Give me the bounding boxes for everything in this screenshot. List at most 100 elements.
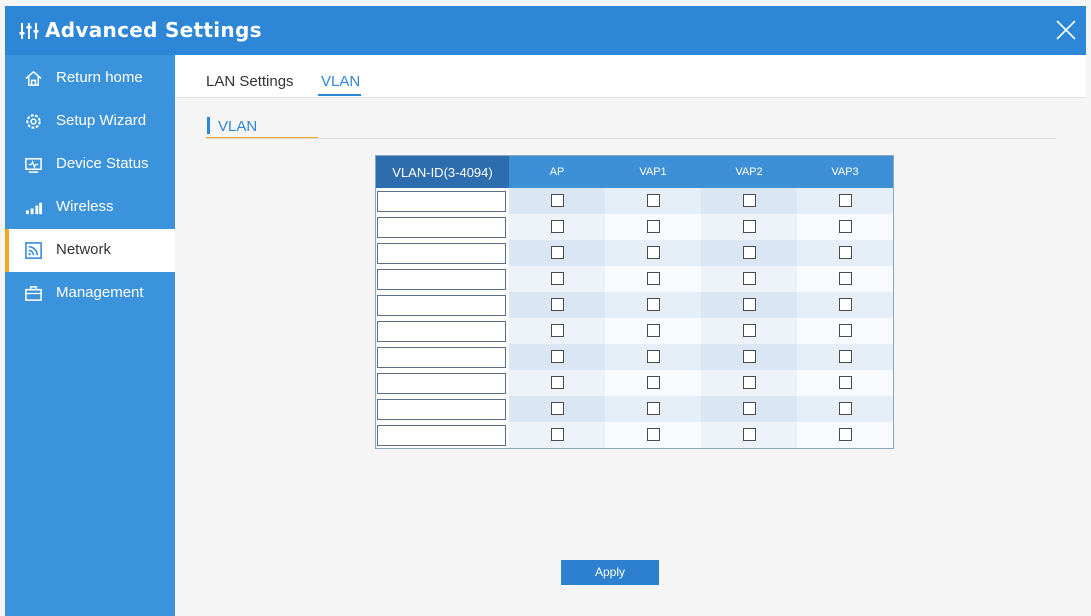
checkbox-vap1[interactable]	[646, 402, 660, 416]
home-icon	[25, 70, 42, 86]
checkbox-vap1[interactable]	[646, 324, 660, 338]
checkbox-vap1[interactable]	[646, 350, 660, 364]
sidebar-item-device-status[interactable]: Device Status	[5, 143, 175, 186]
gear-icon	[26, 114, 41, 129]
vlan-id-input[interactable]	[377, 217, 506, 238]
checkbox-cell-ap	[509, 240, 605, 266]
checkbox-cell-ap	[509, 370, 605, 396]
checkbox-cell-vap1	[605, 292, 701, 318]
vlan-id-input[interactable]	[377, 243, 506, 264]
checkbox-ap[interactable]	[550, 220, 564, 234]
sidebar-item-label: Setup Wizard	[56, 112, 147, 129]
checkbox-ap[interactable]	[550, 324, 564, 338]
vlan-id-cell	[375, 396, 509, 422]
checkbox-vap2[interactable]	[742, 428, 756, 442]
sliders-icon	[19, 23, 39, 39]
checkbox-vap2[interactable]	[742, 246, 756, 260]
checkbox-cell-vap2	[701, 188, 797, 214]
checkbox-cell-ap	[509, 292, 605, 318]
checkbox-vap2[interactable]	[742, 272, 756, 286]
vlan-id-cell	[375, 370, 509, 396]
checkbox-cell-vap3	[797, 396, 894, 422]
column-header-ap: AP	[509, 155, 605, 188]
title-bar: Advanced Settings	[5, 6, 1086, 55]
vlan-id-input[interactable]	[377, 191, 506, 212]
vlan-id-input[interactable]	[377, 347, 506, 368]
checkbox-vap3[interactable]	[838, 298, 852, 312]
checkbox-ap[interactable]	[550, 298, 564, 312]
tab-lan-settings[interactable]: LAN Settings	[206, 73, 294, 90]
checkbox-vap3[interactable]	[838, 350, 852, 364]
sidebar-item-label: Management	[56, 284, 144, 301]
checkbox-vap1[interactable]	[646, 220, 660, 234]
sidebar-item-setup-wizard[interactable]: Setup Wizard	[5, 100, 175, 143]
checkbox-vap3[interactable]	[838, 220, 852, 234]
vlan-id-input[interactable]	[377, 399, 506, 420]
checkbox-vap2[interactable]	[742, 376, 756, 390]
checkbox-vap1[interactable]	[646, 194, 660, 208]
active-tab-indicator	[318, 94, 361, 96]
checkbox-vap3[interactable]	[838, 428, 852, 442]
checkbox-vap2[interactable]	[742, 350, 756, 364]
checkbox-cell-vap1	[605, 266, 701, 292]
checkbox-cell-vap2	[701, 292, 797, 318]
checkbox-vap3[interactable]	[838, 246, 852, 260]
checkbox-ap[interactable]	[550, 246, 564, 260]
sidebar: Return home Setup Wizard Device Status W…	[5, 55, 175, 616]
vlan-id-cell	[375, 344, 509, 370]
checkbox-vap3[interactable]	[838, 376, 852, 390]
vlan-id-cell	[375, 422, 509, 449]
apply-button[interactable]: Apply	[561, 560, 659, 585]
checkbox-ap[interactable]	[550, 376, 564, 390]
checkbox-cell-ap	[509, 396, 605, 422]
checkbox-vap3[interactable]	[838, 324, 852, 338]
vlan-id-input[interactable]	[377, 321, 506, 342]
checkbox-vap2[interactable]	[742, 220, 756, 234]
table-row	[375, 292, 894, 318]
vlan-id-cell	[375, 266, 509, 292]
checkbox-vap1[interactable]	[646, 298, 660, 312]
table-header-row: VLAN-ID(3-4094) AP VAP1 VAP2 VAP3	[375, 155, 894, 188]
checkbox-vap2[interactable]	[742, 194, 756, 208]
checkbox-cell-vap2	[701, 370, 797, 396]
monitor-icon	[25, 158, 42, 173]
checkbox-ap[interactable]	[550, 194, 564, 208]
checkbox-vap1[interactable]	[646, 246, 660, 260]
checkbox-vap3[interactable]	[838, 194, 852, 208]
close-icon[interactable]	[1054, 18, 1078, 42]
table-row	[375, 266, 894, 292]
checkbox-vap2[interactable]	[742, 298, 756, 312]
sidebar-item-management[interactable]: Management	[5, 272, 175, 315]
vlan-id-input[interactable]	[377, 295, 506, 316]
vlan-id-cell	[375, 318, 509, 344]
checkbox-cell-vap3	[797, 292, 894, 318]
checkbox-cell-vap1	[605, 344, 701, 370]
checkbox-cell-vap3	[797, 344, 894, 370]
column-header-vap2: VAP2	[701, 155, 797, 188]
vlan-id-input[interactable]	[377, 269, 506, 290]
checkbox-cell-ap	[509, 422, 605, 449]
table-row	[375, 188, 894, 214]
section-underline	[206, 137, 318, 138]
sidebar-item-wireless[interactable]: Wireless	[5, 186, 175, 229]
checkbox-cell-ap	[509, 214, 605, 240]
checkbox-vap2[interactable]	[742, 402, 756, 416]
checkbox-cell-ap	[509, 344, 605, 370]
checkbox-vap1[interactable]	[646, 272, 660, 286]
sidebar-item-network[interactable]: Network	[5, 229, 175, 272]
checkbox-ap[interactable]	[550, 350, 564, 364]
tab-vlan[interactable]: VLAN	[321, 73, 360, 90]
checkbox-ap[interactable]	[550, 272, 564, 286]
checkbox-vap3[interactable]	[838, 402, 852, 416]
checkbox-vap1[interactable]	[646, 428, 660, 442]
sidebar-item-label: Wireless	[56, 198, 114, 215]
checkbox-vap1[interactable]	[646, 376, 660, 390]
checkbox-cell-vap3	[797, 370, 894, 396]
checkbox-vap3[interactable]	[838, 272, 852, 286]
sidebar-item-return-home[interactable]: Return home	[5, 57, 175, 100]
checkbox-vap2[interactable]	[742, 324, 756, 338]
checkbox-ap[interactable]	[550, 428, 564, 442]
vlan-id-input[interactable]	[377, 373, 506, 394]
vlan-id-input[interactable]	[377, 425, 506, 446]
checkbox-ap[interactable]	[550, 402, 564, 416]
